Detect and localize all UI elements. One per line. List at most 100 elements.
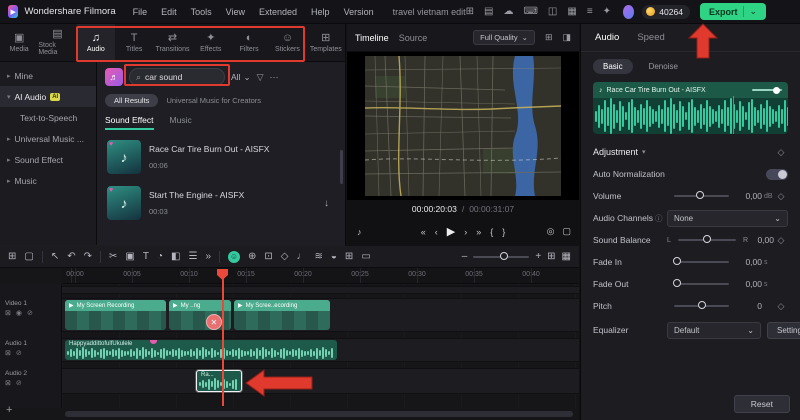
video-clip[interactable]: ▶ My Scree..ecording bbox=[234, 300, 330, 330]
preview-tab-source[interactable]: Source bbox=[399, 33, 428, 43]
next-clip-icon[interactable]: » bbox=[476, 227, 481, 237]
menu-help[interactable]: Help bbox=[304, 7, 337, 17]
fade-in-slider[interactable] bbox=[672, 257, 729, 265]
color-icon[interactable]: ◒ bbox=[331, 251, 337, 262]
transform-icon[interactable]: ⊕ bbox=[248, 251, 256, 262]
keyframe-icon[interactable]: ◇ bbox=[774, 147, 788, 158]
sidebar-item-mine[interactable]: ▸ Mine bbox=[0, 65, 96, 86]
equalizer-dropdown[interactable]: Default ⌄ bbox=[667, 321, 761, 339]
layout-icon[interactable]: ▦ bbox=[567, 6, 576, 17]
export-button[interactable]: Export ⌄ bbox=[699, 3, 766, 20]
pointer-icon[interactable]: ↖ bbox=[51, 251, 59, 262]
download-icon[interactable]: ↓ bbox=[324, 198, 335, 209]
compare-view-icon[interactable]: ◨ bbox=[562, 32, 571, 43]
equalizer-setting-button[interactable]: Setting bbox=[767, 321, 800, 339]
fullscreen-icon[interactable]: ▢ bbox=[562, 226, 571, 237]
tab-media[interactable]: ▣ Media bbox=[0, 24, 38, 61]
undo-icon[interactable]: ↶ bbox=[67, 251, 75, 262]
auto-normalization-toggle[interactable] bbox=[766, 168, 788, 180]
add-track-button[interactable]: + bbox=[6, 404, 12, 416]
visibility-icon[interactable]: ◉ bbox=[16, 309, 22, 317]
lock-icon[interactable]: ⊠ bbox=[5, 309, 11, 317]
tab-stock-media[interactable]: ▤ Stock Media bbox=[38, 24, 76, 61]
sound-balance-slider[interactable] bbox=[677, 235, 736, 243]
smart-tool-icon[interactable]: ☺ bbox=[228, 250, 240, 263]
track-manage-icon[interactable]: ⊞ bbox=[8, 251, 16, 262]
credits-badge[interactable]: 40264 bbox=[642, 4, 690, 19]
panel-layout-icon[interactable]: ▦ bbox=[562, 251, 571, 262]
mask-icon[interactable]: ◧ bbox=[171, 251, 180, 262]
speed-icon[interactable]: ◔ bbox=[157, 251, 163, 262]
tab-transitions[interactable]: ⇄ Transitions bbox=[153, 24, 191, 61]
keyframe-icon[interactable]: ◇ bbox=[774, 235, 788, 246]
zoom-out-icon[interactable]: – bbox=[462, 251, 468, 262]
menu-extended[interactable]: Extended bbox=[252, 7, 304, 17]
fade-out-slider[interactable] bbox=[672, 279, 729, 287]
menu-view[interactable]: View bbox=[219, 7, 252, 17]
adjustment-section-label[interactable]: Adjustment bbox=[593, 147, 638, 157]
search-box[interactable]: ⌕ bbox=[129, 68, 225, 86]
menu-tools[interactable]: Tools bbox=[184, 7, 219, 17]
selected-audio-clip[interactable]: Ra... bbox=[196, 370, 242, 392]
keyframe-icon[interactable]: ◇ bbox=[774, 191, 788, 202]
timeline-scrollbar[interactable] bbox=[65, 411, 573, 417]
results-tab-sound-effect[interactable]: Sound Effect bbox=[105, 115, 154, 130]
list-item[interactable]: ♥ ♪ Race Car Tire Burn Out - AISFX 00:06 bbox=[105, 134, 337, 180]
sidebar-item-ai-audio[interactable]: ▾ AI Audio AI bbox=[0, 86, 96, 107]
mark-out-icon[interactable]: } bbox=[502, 227, 505, 237]
collection-button[interactable]: ♬ bbox=[105, 68, 123, 86]
mute-icon[interactable]: ⊘ bbox=[16, 349, 22, 357]
tab-effects[interactable]: ✦ Effects bbox=[192, 24, 230, 61]
search-input[interactable] bbox=[145, 72, 206, 82]
properties-tab-audio[interactable]: Audio bbox=[595, 32, 619, 43]
more-icon[interactable]: ⋯ bbox=[270, 72, 279, 83]
screen-record-icon[interactable]: ▤ bbox=[484, 6, 493, 17]
lock-icon[interactable]: ⊠ bbox=[5, 379, 11, 387]
volume-slider[interactable] bbox=[674, 191, 729, 199]
pip-icon[interactable]: ⊡ bbox=[264, 251, 272, 262]
list-scrollbar[interactable] bbox=[340, 150, 343, 184]
tab-stickers[interactable]: ☺ Stickers bbox=[268, 24, 306, 61]
adjust-panel-icon[interactable]: ▢ bbox=[24, 251, 33, 262]
sidebar-item-sound-effect[interactable]: ▸ Sound Effect bbox=[0, 149, 96, 170]
timeline-ruler[interactable]: 00:00 00:05 00:10 00:15 00:20 00:25 00:3… bbox=[62, 268, 579, 284]
step-forward-icon[interactable]: › bbox=[464, 227, 467, 237]
more-tools-icon[interactable]: » bbox=[205, 251, 211, 262]
video-clip[interactable]: ▶ My Screen Recording bbox=[65, 300, 166, 330]
mobile-icon[interactable]: ◫ bbox=[548, 6, 557, 17]
audio-channels-dropdown[interactable]: None ⌄ bbox=[667, 209, 788, 227]
audio-clip[interactable]: HappyaddittofulfUkulele bbox=[65, 340, 337, 360]
sidebar-item-universal-music[interactable]: ▸ Universal Music ... bbox=[0, 128, 96, 149]
list-icon[interactable]: ≡ bbox=[587, 6, 593, 17]
quality-dropdown[interactable]: Full Quality ⌄ bbox=[473, 30, 535, 45]
split-icon[interactable]: ✂ bbox=[109, 251, 117, 262]
tab-filters[interactable]: ◐ Filters bbox=[230, 24, 268, 61]
playhead-line[interactable] bbox=[222, 270, 224, 406]
render-icon[interactable]: ▭ bbox=[361, 251, 370, 262]
redo-icon[interactable]: ↷ bbox=[84, 251, 92, 262]
fit-timeline-icon[interactable]: ⊞ bbox=[547, 251, 555, 262]
mute-icon[interactable]: ⊘ bbox=[27, 309, 33, 317]
cloud-icon[interactable]: ☁ bbox=[503, 6, 513, 17]
export-dropdown-icon[interactable]: ⌄ bbox=[743, 6, 757, 17]
step-back-icon[interactable]: ‹ bbox=[435, 227, 438, 237]
tab-templates[interactable]: ⊞ Templates bbox=[307, 24, 345, 61]
mark-in-icon[interactable]: { bbox=[490, 227, 493, 237]
play-button[interactable]: ▶ bbox=[447, 225, 455, 238]
tab-audio[interactable]: ♫ Audio bbox=[76, 24, 115, 61]
properties-tab-speed[interactable]: Speed bbox=[637, 32, 664, 43]
subtab-basic[interactable]: Basic bbox=[593, 59, 633, 74]
subtab-denoise[interactable]: Denoise bbox=[639, 59, 688, 74]
timeline-zoom-slider[interactable] bbox=[473, 252, 530, 260]
snapshot-icon[interactable]: ◎ bbox=[547, 226, 555, 237]
voiceover-mic-icon[interactable]: ♩ bbox=[296, 251, 306, 262]
keyboard-icon[interactable]: ⌨ bbox=[523, 6, 537, 17]
pitch-slider[interactable] bbox=[674, 301, 729, 309]
results-tab-music[interactable]: Music bbox=[170, 115, 192, 130]
sidebar-item-music[interactable]: ▸ Music bbox=[0, 170, 96, 191]
info-icon[interactable]: ⓘ bbox=[655, 214, 663, 223]
menu-icon[interactable]: ☰ bbox=[188, 251, 197, 262]
list-item[interactable]: ♥ ♪ Start The Engine - AISFX 00:03 ↓ bbox=[105, 180, 337, 226]
avatar[interactable] bbox=[623, 4, 635, 19]
search-scope-dropdown[interactable]: All ⌄ bbox=[231, 72, 251, 83]
